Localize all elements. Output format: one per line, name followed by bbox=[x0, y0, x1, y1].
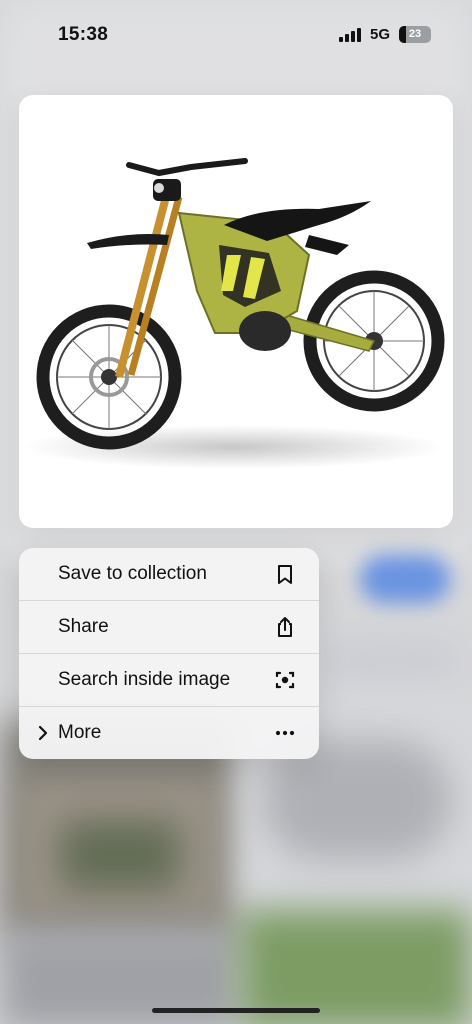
dirt-bike-image bbox=[24, 158, 445, 469]
status-time: 15:38 bbox=[58, 24, 109, 45]
menu-item-share[interactable]: Share bbox=[19, 601, 319, 653]
context-menu: Save to collection Share Search inside i… bbox=[19, 548, 319, 759]
status-bar: 15:38 5G 23 bbox=[0, 0, 472, 70]
bookmark-icon bbox=[278, 565, 292, 584]
menu-item-save-to-collection[interactable]: Save to collection bbox=[19, 548, 319, 600]
battery-icon: 23 bbox=[399, 26, 431, 43]
chevron-right-icon bbox=[38, 725, 48, 741]
visual-search-icon bbox=[275, 671, 295, 689]
menu-item-search-inside-image[interactable]: Search inside image bbox=[19, 654, 319, 706]
share-icon bbox=[278, 617, 292, 637]
menu-item-label: Save to collection bbox=[58, 563, 207, 584]
menu-item-label: More bbox=[58, 722, 102, 743]
menu-item-label: Search inside image bbox=[58, 669, 231, 690]
image-preview[interactable] bbox=[19, 95, 453, 528]
ellipsis-icon bbox=[275, 730, 295, 736]
menu-item-more[interactable]: More bbox=[19, 707, 319, 759]
battery-level: 23 bbox=[408, 28, 422, 40]
menu-item-label: Share bbox=[58, 616, 109, 637]
network-type: 5G bbox=[370, 26, 391, 43]
cellular-signal-icon bbox=[339, 28, 361, 42]
home-indicator[interactable] bbox=[152, 1008, 320, 1013]
